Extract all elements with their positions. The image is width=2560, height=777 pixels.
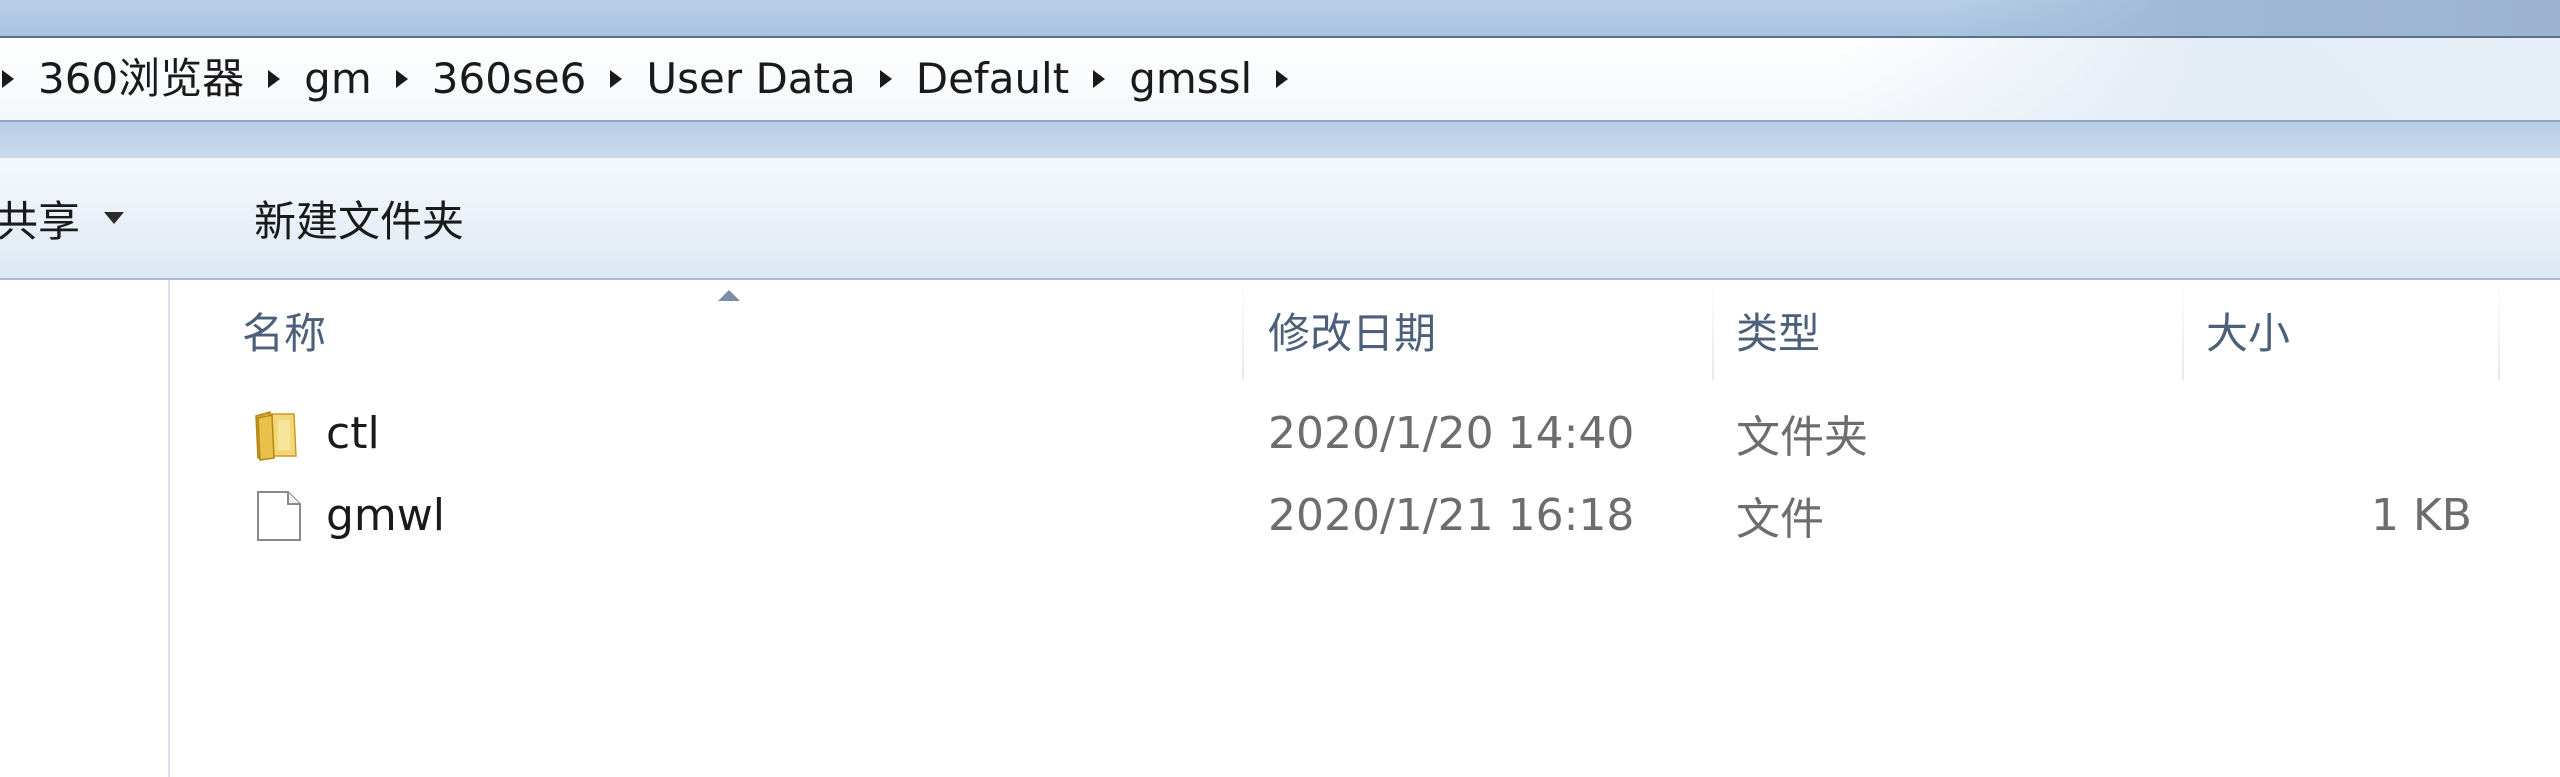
- share-label: 共享: [0, 196, 81, 246]
- share-button[interactable]: 共享: [0, 158, 125, 278]
- command-toolbar: 共享 新建文件夹: [0, 158, 2560, 280]
- list-item[interactable]: gmwl 2020/1/21 16:18 文件 1 KB: [170, 476, 2560, 554]
- address-bar-blur: [1840, 38, 2560, 120]
- column-header-modified-label: 修改日期: [1268, 308, 1437, 358]
- column-header-type[interactable]: 类型: [1736, 280, 2176, 380]
- column-divider[interactable]: [2182, 280, 2184, 380]
- file-type: 文件: [1736, 494, 1824, 545]
- breadcrumb-chevron-icon[interactable]: [268, 70, 281, 88]
- file-icon: [250, 488, 306, 544]
- breadcrumb-chevron-icon[interactable]: [1276, 70, 1289, 88]
- breadcrumb-item-360se6[interactable]: 360se6: [432, 58, 587, 100]
- address-bar[interactable]: 360浏览器 gm 360se6 User Data Default gmssl: [0, 36, 2560, 122]
- column-divider[interactable]: [1242, 280, 1244, 380]
- breadcrumb-item-360browser[interactable]: 360浏览器: [38, 58, 244, 100]
- column-header-size-label: 大小: [2206, 308, 2291, 358]
- file-size: 1 KB: [2370, 489, 2472, 541]
- file-name: gmwl: [326, 489, 446, 541]
- breadcrumb-item-default[interactable]: Default: [916, 58, 1069, 100]
- folder-icon: [250, 406, 306, 462]
- new-folder-button[interactable]: 新建文件夹: [254, 158, 464, 278]
- breadcrumb-chevron-icon[interactable]: [2, 70, 14, 88]
- breadcrumb: 360浏览器 gm 360se6 User Data Default gmssl: [0, 38, 1312, 120]
- window-frame-top: [0, 0, 2560, 36]
- explorer-window: 360浏览器 gm 360se6 User Data Default gmssl…: [0, 0, 2560, 777]
- column-headers: 名称 修改日期 类型 大小: [170, 280, 2560, 380]
- breadcrumb-chevron-icon[interactable]: [879, 70, 892, 88]
- breadcrumb-item-gm[interactable]: gm: [304, 58, 372, 100]
- breadcrumb-item-user-data[interactable]: User Data: [646, 58, 855, 100]
- file-list: 名称 修改日期 类型 大小 ctl 2020/1/20 14:40 文件夹 gm…: [170, 280, 2560, 777]
- column-header-size[interactable]: 大小: [2206, 280, 2506, 380]
- column-header-name[interactable]: 名称: [242, 280, 1314, 380]
- navigation-pane[interactable]: [0, 280, 170, 777]
- column-divider[interactable]: [2498, 280, 2500, 380]
- column-header-name-label: 名称: [242, 308, 327, 358]
- file-modified: 2020/1/20 14:40: [1268, 407, 1635, 459]
- chevron-down-icon: [104, 212, 125, 224]
- file-size: [2206, 394, 2472, 472]
- breadcrumb-chevron-icon[interactable]: [1093, 70, 1106, 88]
- breadcrumb-chevron-icon[interactable]: [395, 70, 408, 88]
- file-name: ctl: [326, 407, 380, 459]
- frame-blur: [1940, 0, 2560, 36]
- breadcrumb-item-gmssl[interactable]: gmssl: [1129, 58, 1252, 100]
- address-toolbar-separator: [0, 122, 2560, 158]
- column-divider[interactable]: [1712, 280, 1714, 380]
- column-header-modified[interactable]: 修改日期: [1268, 280, 1708, 380]
- file-type: 文件夹: [1736, 412, 1868, 463]
- file-modified: 2020/1/21 16:18: [1268, 489, 1635, 541]
- breadcrumb-chevron-icon[interactable]: [610, 70, 623, 88]
- column-header-type-label: 类型: [1736, 308, 1821, 358]
- list-item[interactable]: ctl 2020/1/20 14:40 文件夹: [170, 394, 2560, 472]
